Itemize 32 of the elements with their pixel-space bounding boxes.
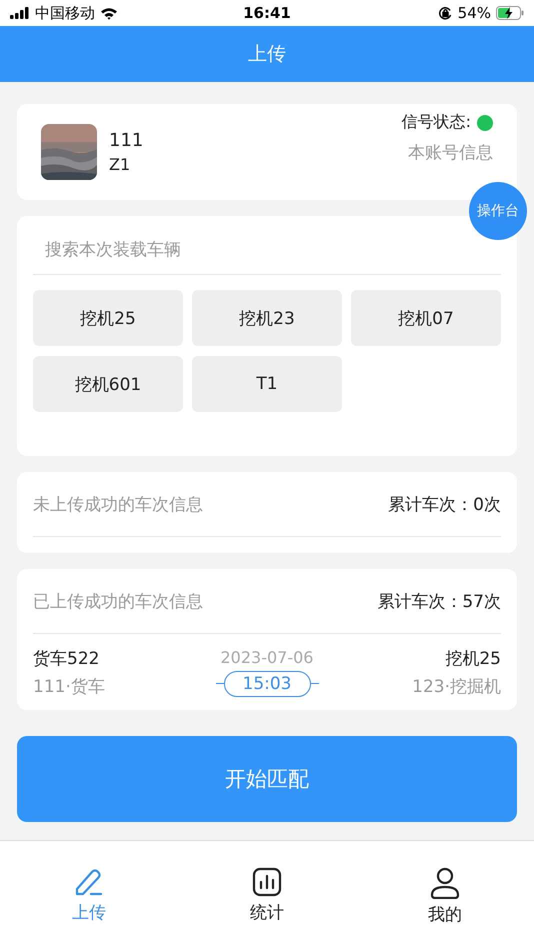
section-title: 未上传成功的车次信息 <box>33 494 203 516</box>
search-field[interactable]: 搜索本次装载车辆 <box>33 232 501 275</box>
signal-status-label: 信号状态: <box>402 112 471 133</box>
nav-tab[interactable]: 我的 <box>356 841 534 950</box>
clock-time: 16:41 <box>243 4 291 22</box>
wifi-icon <box>100 6 118 20</box>
bar-chart-icon <box>252 867 282 897</box>
vehicle-button[interactable]: 挖机23 <box>192 290 342 346</box>
battery-percent: 54% <box>458 4 491 22</box>
account-code: Z1 <box>109 155 132 174</box>
vehicle-button[interactable]: 挖机07 <box>351 290 501 346</box>
vehicle-button[interactable]: 挖机601 <box>33 356 183 412</box>
carrier-name: 中国移动 <box>35 4 95 22</box>
signal-icon <box>10 7 30 19</box>
vehicle-button[interactable]: T1 <box>192 356 342 412</box>
pencil-icon <box>73 867 105 897</box>
battery-charging-icon <box>496 6 524 20</box>
trip-time: 15:03 <box>224 670 310 696</box>
loader-type: 123·挖掘机 <box>412 676 501 698</box>
rotation-lock-icon <box>438 6 453 20</box>
section-title: 已上传成功的车次信息 <box>33 590 203 612</box>
trip-date: 2023-07-06 <box>220 648 314 666</box>
trip-count: 累计车次：0次 <box>388 494 501 516</box>
nav-tab[interactable]: 统计 <box>178 841 356 950</box>
page-title: 上传 <box>248 42 286 67</box>
trip-count: 累计车次：57次 <box>377 590 501 612</box>
vehicle-button[interactable]: 挖机25 <box>33 290 183 346</box>
vehicle-type: 111·货车 <box>33 676 106 698</box>
user-icon <box>430 867 460 899</box>
account-name: 111 <box>109 130 144 151</box>
vehicle-name: 货车522 <box>33 648 100 668</box>
loader-name: 挖机25 <box>445 648 501 668</box>
